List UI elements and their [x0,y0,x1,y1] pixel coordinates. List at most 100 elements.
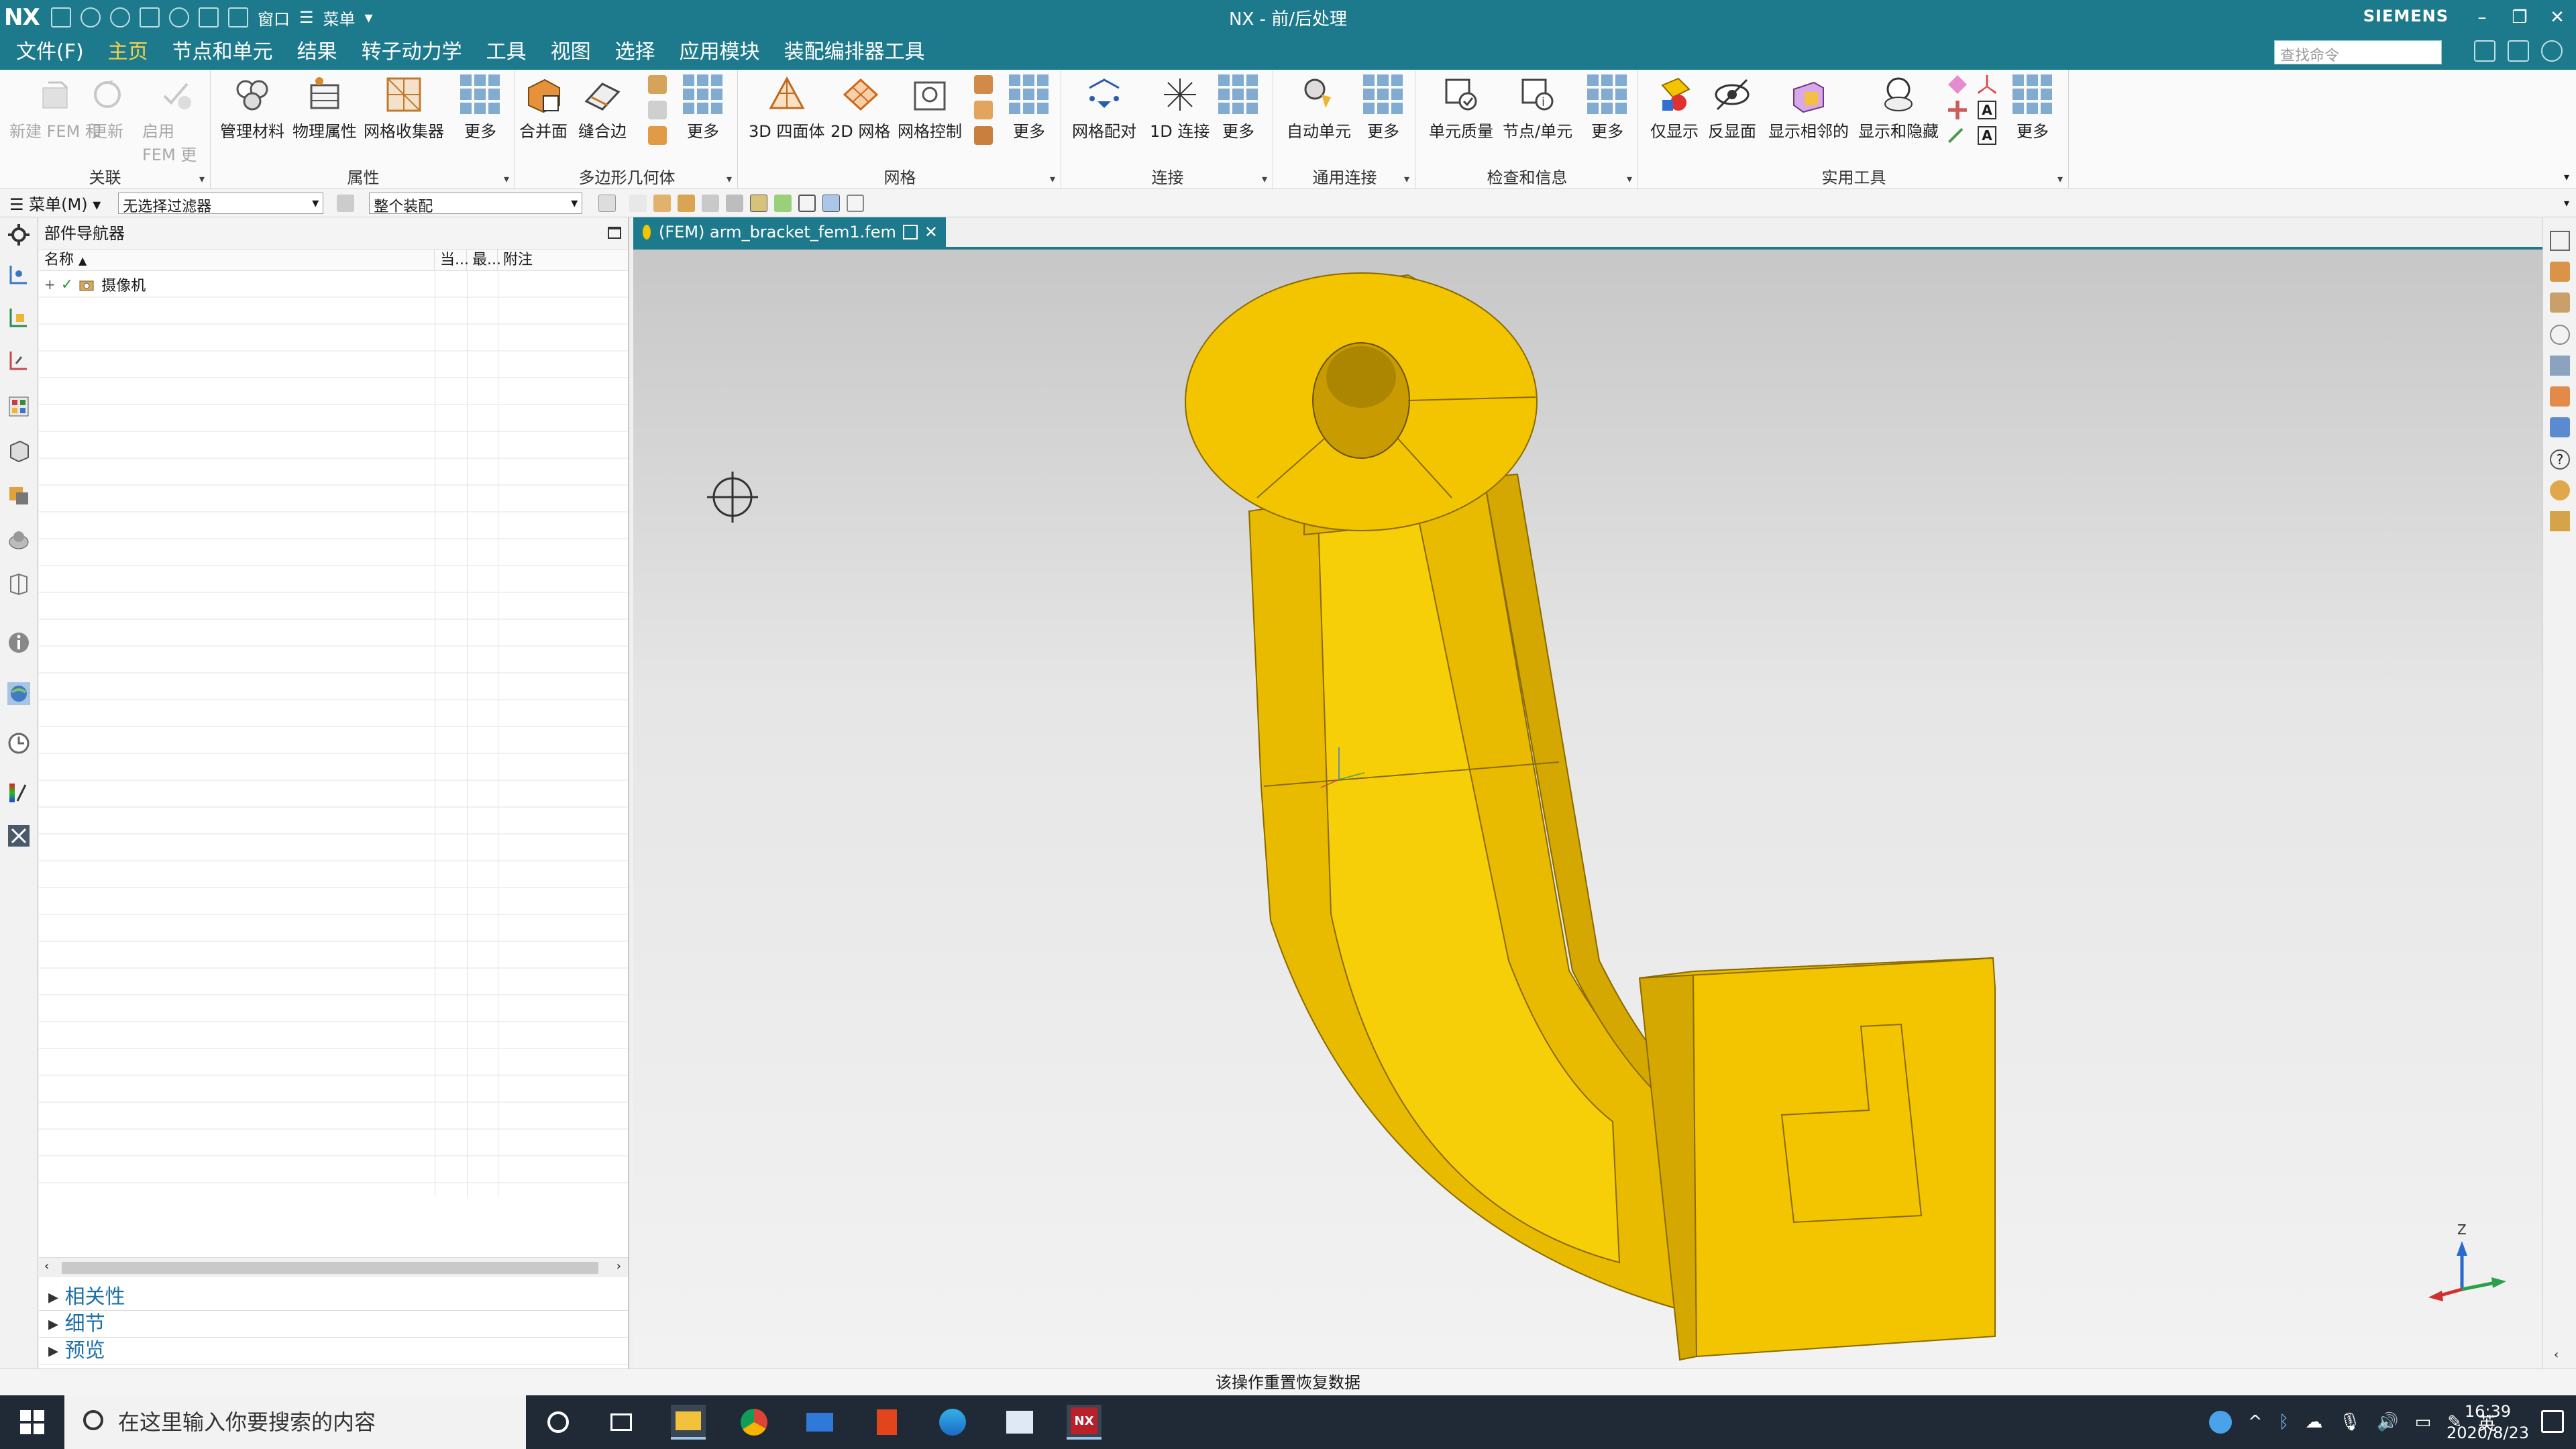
body-tool-icon[interactable] [648,126,667,145]
polygon-more-button[interactable]: 更多 [682,72,724,142]
display-shaded-icon[interactable] [702,194,720,212]
tab-view[interactable]: 视图 [539,35,603,70]
hide-icon[interactable] [2550,325,2570,345]
fit-view-icon[interactable] [140,7,160,28]
notification-center-icon[interactable] [2541,1410,2564,1433]
plane-icon[interactable] [1948,75,1967,94]
scope-select[interactable]: 整个装配 [369,192,583,215]
simulation-navigator-icon[interactable] [7,263,31,287]
settings-gear-icon[interactable] [7,223,31,247]
select-feature-icon[interactable] [653,194,672,212]
select-body-icon[interactable] [678,194,696,212]
horizontal-scrollbar[interactable]: ‹ › [39,1257,628,1277]
show-adjacent-button[interactable]: 显示相邻的 [1768,72,1849,142]
tab-application[interactable]: 应用模块 [667,35,772,70]
3d-tetra-mesh-button[interactable]: 3D 四面体 [749,72,824,142]
show-elements-icon[interactable] [774,194,792,212]
globe-icon[interactable] [7,682,31,706]
fullscreen-icon[interactable] [2474,40,2496,62]
group-dropdown-icon[interactable]: ▾ [1262,172,1267,185]
arm-bracket-model[interactable]: Z [633,250,2542,1368]
info-icon[interactable] [7,631,31,655]
help-icon[interactable] [2541,40,2563,62]
mail-icon[interactable] [802,1405,837,1440]
edge-icon[interactable] [935,1405,970,1440]
checkmark-icon[interactable]: ✓ [61,276,73,293]
mesh-mating-button[interactable]: 网格配对 [1072,72,1136,142]
fit-icon[interactable] [2550,231,2570,251]
command-search-input[interactable]: 查找命令 [2274,40,2442,64]
physical-properties-button[interactable]: 物理属性 [292,72,357,142]
window-menu[interactable]: 窗口 [258,6,290,30]
mesh-control-button[interactable]: 网格控制 [898,72,962,142]
save-icon[interactable] [51,7,71,28]
2d-mesh-button[interactable]: 2D 网格 [830,72,890,142]
annotation-icon[interactable]: A [1978,126,1996,145]
utilities-more-button[interactable]: 更多 [2011,72,2054,142]
general-connection-more-button[interactable]: 更多 [1362,72,1405,142]
column-header-name[interactable]: 名称 ▲ [39,250,435,270]
edit-tool-icon[interactable] [648,75,667,94]
snap-point-icon[interactable] [629,194,647,212]
scrollbar-thumb[interactable] [62,1262,598,1274]
layout-grid-icon[interactable] [847,194,865,212]
tab-dock-icon[interactable] [902,225,918,239]
reverse-display-face-button[interactable]: 反显面 [1708,72,1756,142]
group-dropdown-icon[interactable]: ▾ [1050,172,1055,185]
menu-icon[interactable]: ☰ [299,8,314,27]
restore-button[interactable]: ❐ [2501,0,2538,35]
group-dropdown-icon[interactable]: ▾ [199,172,205,185]
tab-selection[interactable]: 选择 [603,35,667,70]
results-palette-icon[interactable] [7,781,31,805]
column-header-notes[interactable]: 附注 [498,250,628,270]
csys-icon[interactable] [1978,75,1996,94]
expand-plus-icon[interactable]: + [44,276,56,292]
menu-button[interactable]: ☰ 菜单(M) ▾ [9,191,101,215]
tab-tools[interactable]: 工具 [474,35,539,70]
maximize-panel-icon[interactable] [608,227,621,239]
filter-reset-icon[interactable] [337,194,355,212]
hd3d-tools-icon[interactable] [7,483,31,507]
file-explorer-icon[interactable] [671,1405,706,1440]
windows-start-icon[interactable] [20,1410,44,1434]
graphics-window[interactable]: Z [633,250,2542,1368]
mesh-more-button[interactable]: 更多 [1008,72,1051,142]
tab-rotor-dynamics[interactable]: 转子动力学 [350,35,474,70]
orient-view-icon[interactable] [2550,480,2570,500]
pan-icon[interactable] [2550,292,2570,313]
question-icon[interactable]: ? [2550,449,2570,470]
part-navigator-icon[interactable] [7,306,31,330]
clock-icon[interactable] [7,731,31,755]
display-wireframe-icon[interactable] [726,194,744,212]
reuse-library-icon[interactable] [7,439,31,463]
mesh-point-icon[interactable] [974,101,993,119]
window-icon[interactable] [228,7,248,28]
toolbar-options-icon[interactable]: ▾ [2564,197,2569,209]
rotate-icon[interactable] [2550,262,2570,282]
microphone-icon[interactable]: 🎙 [2339,1412,2361,1432]
auto-element-button[interactable]: 自动单元 [1287,72,1351,142]
chrome-icon[interactable] [737,1405,771,1440]
enable-fem-update-button[interactable]: 启用 FEM 更 [142,72,210,165]
section-view-icon[interactable] [2550,386,2570,407]
redo-icon[interactable] [110,7,130,28]
vector-icon[interactable] [1948,127,1964,144]
note-text-icon[interactable]: A [1978,101,1996,119]
help-tray-icon[interactable] [2208,1411,2232,1434]
undo-icon[interactable] [80,7,101,28]
taskbar-search-input[interactable]: 在这里输入你要搜索的内容 [64,1395,526,1449]
show-hide-button[interactable]: 显示和隐藏 [1858,72,1939,142]
element-quality-button[interactable]: 单元质量 [1429,72,1493,142]
group-dropdown-icon[interactable]: ▾ [1627,172,1632,185]
show-nodes-icon[interactable] [750,194,768,212]
cloud-icon[interactable]: ☁ [2305,1412,2322,1432]
1d-connection-button[interactable]: 1D 连接 [1150,72,1210,142]
graphics-tab[interactable]: (FEM) arm_bracket_fem1.fem ✕ [633,217,946,247]
check-info-more-button[interactable]: 更多 [1586,72,1629,142]
right-bar-collapse-icon[interactable]: ‹ [2554,1348,2559,1362]
properties-more-button[interactable]: 更多 [459,72,502,142]
mesh-line-icon[interactable] [974,126,993,145]
column-header-current[interactable]: 当... [435,250,469,270]
taskbar-clock[interactable]: 16:39 2020/8/23 [2447,1401,2529,1444]
ribbon-options-icon[interactable]: ▾ [2564,170,2569,183]
